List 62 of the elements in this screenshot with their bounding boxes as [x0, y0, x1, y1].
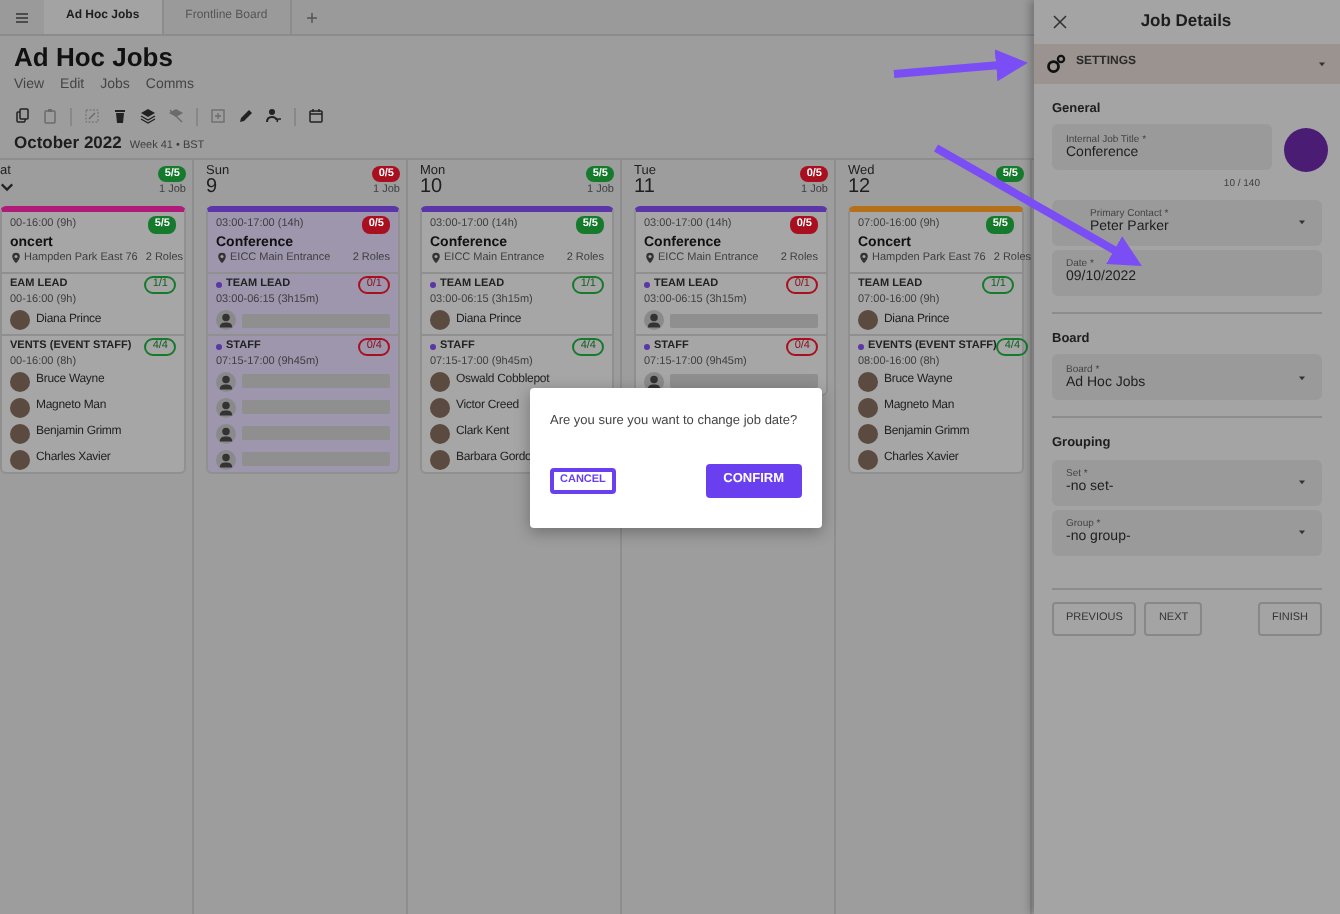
pin-icon — [10, 252, 22, 265]
day-number: 12 — [848, 178, 873, 199]
avatar — [10, 371, 30, 392]
gears-icon — [1046, 54, 1066, 74]
person-silhouette-icon — [216, 449, 236, 470]
empty-slot[interactable] — [670, 374, 818, 389]
avatar — [858, 310, 878, 331]
caret-icon — [1296, 216, 1308, 229]
avatar — [430, 449, 450, 470]
panel-title: Job Details — [1138, 10, 1234, 34]
avatar — [430, 423, 450, 444]
avatar — [858, 449, 878, 470]
person-silhouette-icon — [644, 310, 664, 331]
avatar — [430, 310, 450, 331]
avatar — [858, 397, 878, 418]
edit-icon — [84, 108, 100, 125]
color-swatch[interactable] — [1284, 127, 1328, 172]
caret-icon — [1296, 476, 1308, 489]
plus-icon — [303, 9, 320, 25]
avatar — [430, 397, 450, 418]
chevron-icon — [0, 179, 14, 194]
bullet-dot — [430, 282, 436, 289]
person-silhouette-icon — [216, 397, 236, 418]
bullet-dot — [644, 282, 650, 289]
person-silhouette-icon — [216, 423, 236, 444]
person-silhouette-icon — [216, 371, 236, 392]
bullet-dot — [216, 282, 222, 289]
page-title: Ad Hoc Jobs — [14, 42, 173, 74]
annotation-arrow — [893, 49, 1028, 82]
copy-icon — [14, 108, 30, 125]
avatar — [10, 310, 30, 331]
bullet-dot — [858, 343, 864, 350]
close-icon — [1052, 14, 1068, 30]
bullet-dot — [430, 343, 436, 350]
avatar — [858, 423, 878, 444]
person-silhouette-icon — [216, 310, 236, 331]
caret-icon — [1316, 58, 1328, 70]
pin-icon — [430, 252, 442, 265]
avatar — [430, 371, 450, 392]
day-number: 10 — [420, 178, 445, 199]
avatar — [10, 397, 30, 418]
pin-icon — [216, 252, 228, 265]
avatar — [10, 423, 30, 444]
day-number: 11 — [634, 178, 656, 199]
add-box-icon — [210, 108, 226, 125]
clipboard-icon — [42, 108, 58, 125]
avatar — [858, 371, 878, 392]
bullet-dot — [216, 343, 222, 350]
trash-icon — [112, 108, 128, 125]
pencil-icon — [238, 108, 254, 125]
month-label: October 2022 — [14, 131, 122, 155]
calendar-icon — [308, 108, 324, 125]
pin-icon — [858, 252, 870, 265]
pin-icon — [644, 252, 656, 265]
caret-icon — [1296, 371, 1308, 384]
bullet-dot — [644, 343, 650, 350]
caret-icon — [1296, 526, 1308, 539]
day-number: 9 — [206, 178, 220, 199]
avatar — [10, 449, 30, 470]
layers-icon — [140, 108, 156, 125]
menu-icon — [14, 9, 30, 25]
person-edit-icon — [266, 108, 282, 125]
